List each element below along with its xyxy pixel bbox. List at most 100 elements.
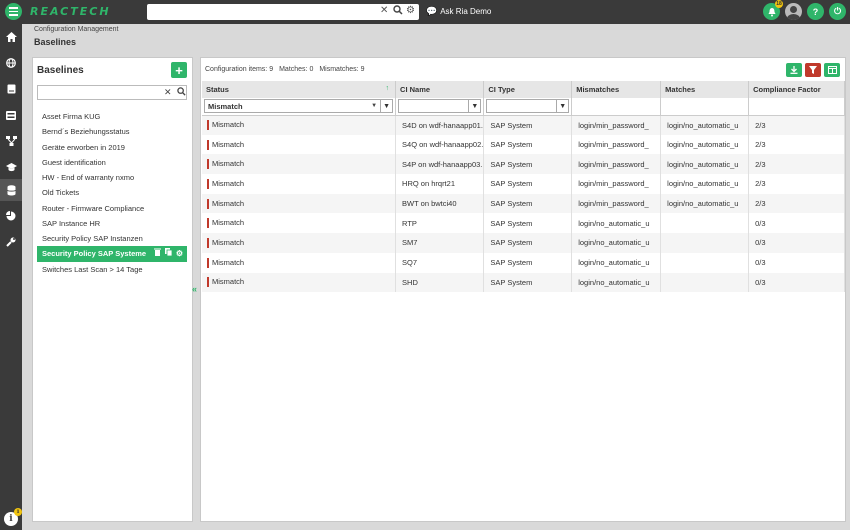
status-cell: Mismatch (202, 233, 397, 253)
ci-type-cell: SAP System (483, 134, 573, 155)
status-cell: Mismatch (202, 213, 397, 234)
table-row[interactable]: Mismatch RTP SAP System login/no_automatic_… (202, 213, 845, 234)
ask-ria-button[interactable]: 💬 Ask Ria Demo (426, 6, 491, 17)
compliance-factor-cell: 0/3 (748, 252, 845, 273)
status-filter-select[interactable]: Mismatch ▼ ▼ (204, 99, 394, 114)
bell-icon[interactable]: 18 (763, 0, 783, 20)
power-icon[interactable]: ⏻ (829, 3, 846, 20)
baseline-item[interactable]: Geräte erworben in 2019 (37, 140, 187, 155)
column-header-ci-type[interactable]: CI Type (483, 81, 573, 98)
baseline-item[interactable]: Router - Firmware Compliance (37, 201, 187, 216)
baseline-item[interactable]: Security Policy SAP Instanzen (37, 231, 187, 246)
filter-icon[interactable]: ▼ (556, 100, 568, 113)
ci-type-cell: SAP System (483, 252, 573, 273)
baseline-item[interactable]: SAP Instance HR (37, 216, 187, 231)
status-cell: Mismatch (202, 193, 397, 214)
status-cell: Mismatch (202, 272, 397, 293)
compliance-factor-cell: 2/3 (748, 174, 845, 194)
sort-asc-icon[interactable]: ↑ (386, 85, 390, 92)
mismatch-marker (207, 218, 209, 229)
mismatch-marker (207, 120, 209, 131)
gear-icon[interactable]: ⚙ (406, 5, 415, 16)
ci-name-cell: SHD (395, 272, 485, 293)
copy-icon[interactable] (164, 246, 173, 261)
baseline-item[interactable]: Guest identification (37, 155, 187, 170)
column-header-mismatches[interactable]: Mismatches (571, 81, 662, 98)
hamburger-menu-icon[interactable] (5, 3, 22, 20)
table-row[interactable]: Mismatch SM7 SAP System login/no_automatic_… (202, 233, 845, 253)
ci-name-cell: RTP (395, 213, 485, 234)
book-icon[interactable] (0, 78, 22, 100)
home-icon[interactable] (0, 26, 22, 48)
status-label: Mismatch (212, 237, 245, 247)
avatar[interactable] (785, 3, 802, 20)
graduation-cap-icon[interactable] (0, 156, 22, 178)
mismatches-cell: login/no_automatic_u (571, 233, 662, 253)
download-icon[interactable] (786, 63, 802, 77)
column-header-compliance-factor[interactable]: Compliance Factor (748, 81, 845, 98)
top-bar: REACTECH ✕ ⚙ 💬 Ask Ria Demo 18 ? ⏻ (0, 0, 850, 24)
column-header-ci-name[interactable]: CI Name (395, 81, 485, 98)
matches-cell: login/no_automatic_u (660, 174, 750, 194)
chevron-down-icon[interactable]: ▼ (371, 103, 380, 109)
column-label: Status (206, 85, 229, 94)
delete-icon[interactable] (153, 246, 161, 261)
chat-icon: 💬 (426, 6, 438, 16)
baseline-item[interactable]: Asset Firma KUG (37, 109, 187, 124)
status-label: Mismatch (212, 218, 245, 228)
help-icon[interactable]: ? (807, 3, 824, 20)
ci-type-cell: SAP System (483, 174, 573, 194)
status-label: Mismatch (212, 257, 245, 267)
column-header-matches[interactable]: Matches (660, 81, 750, 98)
table-row[interactable]: Mismatch BWT on bwtci40 SAP System login/mi… (202, 193, 845, 214)
network-icon[interactable] (0, 130, 22, 152)
table-row[interactable]: Mismatch SQ7 SAP System login/no_automatic_… (202, 252, 845, 273)
search-icon[interactable] (177, 87, 186, 98)
baselines-panel: Baselines + ✕ Asset Firma KUG Bernd´s Be… (32, 57, 193, 522)
globe-icon[interactable] (0, 52, 22, 74)
app-logo: REACTECH (30, 5, 111, 18)
column-header-status[interactable]: Status ↑ (202, 81, 397, 98)
table-row[interactable]: Mismatch S4Q on wdf-hanaapp02. SAP System l… (202, 134, 845, 155)
notification-badge: 18 (775, 0, 783, 8)
global-search-input[interactable]: ✕ ⚙ (147, 4, 419, 20)
compliance-factor-cell: 0/3 (748, 213, 845, 234)
info-icon[interactable]: i1 (4, 508, 22, 526)
gear-icon[interactable]: ⚙ (176, 246, 183, 261)
pie-chart-icon[interactable] (0, 205, 22, 227)
search-icon[interactable] (393, 5, 403, 18)
filter-icon[interactable]: ▼ (380, 100, 392, 113)
filter-icon[interactable] (805, 63, 821, 77)
baseline-item[interactable]: Old Tickets (37, 185, 187, 200)
database-icon[interactable] (0, 179, 22, 201)
table-row[interactable]: Mismatch S4D on wdf-hanaapp01. SAP System l… (202, 115, 845, 135)
ci-type-filter-input[interactable]: ▼ (486, 99, 570, 114)
baseline-item[interactable]: Bernd´s Beziehungsstatus (37, 124, 187, 139)
status-label: Mismatch (212, 198, 245, 208)
baseline-search-input[interactable]: ✕ (37, 85, 187, 100)
table-row[interactable]: Mismatch SHD SAP System login/no_automatic_… (202, 272, 845, 293)
table-row[interactable]: Mismatch S4P on wdf-hanaapp03. SAP System l… (202, 154, 845, 175)
mismatch-marker (207, 159, 209, 170)
filter-icon[interactable]: ▼ (468, 100, 480, 113)
baseline-item[interactable]: HW - End of warranty nxmo (37, 170, 187, 185)
mismatch-marker (207, 237, 209, 248)
table-row[interactable]: Mismatch HRQ on hrqrt21 SAP System login/mi… (202, 174, 845, 194)
status-label: Mismatch (212, 277, 245, 287)
baselines-title: Baselines (37, 65, 84, 76)
baseline-item[interactable]: Switches Last Scan > 14 Tage (37, 262, 187, 277)
collapse-panel-icon[interactable]: « (192, 284, 197, 294)
baseline-item-selected[interactable]: Security Policy SAP Systeme ⚙ (37, 246, 187, 262)
wrench-icon[interactable] (0, 231, 22, 253)
clear-icon[interactable]: ✕ (380, 5, 388, 16)
server-icon[interactable] (0, 104, 22, 126)
status-cell: Mismatch (202, 115, 397, 135)
clear-icon[interactable]: ✕ (164, 87, 172, 98)
breadcrumb[interactable]: Configuration Management (34, 26, 118, 33)
ci-name-cell: HRQ on hrqrt21 (395, 174, 485, 194)
results-panel: Configuration items: 9 Matches: 0 Mismat… (200, 57, 846, 522)
add-baseline-button[interactable]: + (171, 62, 187, 78)
columns-icon[interactable] (824, 63, 840, 77)
ci-name-filter-input[interactable]: ▼ (398, 99, 482, 114)
page-title: Baselines (34, 37, 77, 47)
